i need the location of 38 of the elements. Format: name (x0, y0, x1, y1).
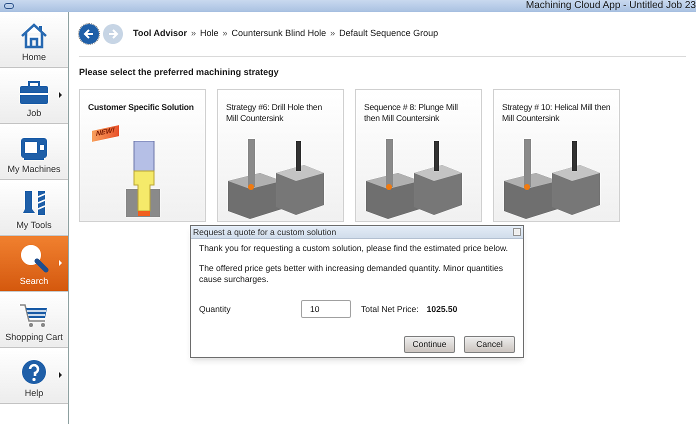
app-logo-icon (4, 3, 14, 9)
quantity-field[interactable]: 10 (301, 300, 351, 318)
breadcrumb-separator: » (330, 27, 336, 40)
tools-icon (21, 188, 47, 216)
sidebar-item[interactable]: Search (0, 236, 68, 292)
left-arrow-icon (83, 28, 95, 40)
strategy-card[interactable]: Strategy # 10: Helical Mill then Mill Countersink (493, 88, 620, 222)
price-value: 1025.50 (426, 302, 458, 316)
machine-icon (20, 136, 48, 160)
dialog-button[interactable]: Continue (404, 336, 455, 353)
card-title: Strategy #6: Drill Hole then Mill Countersink (226, 102, 323, 124)
close-button[interactable] (513, 228, 521, 236)
section-heading: Please select the preferred machining strategy (79, 66, 280, 79)
dialog-title: Request a quote for a custom solution (193, 226, 336, 238)
right-arrow-icon (107, 28, 119, 40)
card-title: Customer Specific Solution (88, 102, 195, 112)
window-title: Machining Cloud App - Untitled Job 23 (526, 0, 696, 12)
breadcrumb-link[interactable]: Countersunk Blind Hole (232, 27, 326, 41)
strategy-card[interactable]: Sequence # 8: Plunge Mill then Mill Countersink (355, 88, 482, 222)
card-title: Sequence # 8: Plunge Mill then Mill Countersink (364, 102, 459, 124)
quantity-label: Quantity (199, 302, 232, 316)
dialog-message: The offered price gets better with increasing demanded quantity. Minor quantities cause surcharges. (199, 263, 504, 285)
breadcrumb-link[interactable]: Hole (200, 27, 219, 41)
search-icon (19, 242, 49, 272)
price-label: Total Net Price: (361, 302, 419, 316)
card-title: Strategy # 10: Helical Mill then Mill Countersink (502, 102, 611, 124)
dialog-button[interactable]: Cancel (464, 336, 515, 353)
breadcrumb-link[interactable]: Tool Advisor (133, 27, 187, 41)
dialog-message: Thank you for requesting a custom solution, please find the estimated price below. (199, 243, 510, 254)
help-icon (21, 358, 47, 384)
strategy-card[interactable]: Strategy #6: Drill Hole then Mill Countersink (217, 88, 344, 222)
breadcrumb-link[interactable]: Default Sequence Group (339, 27, 438, 41)
breadcrumb-separator: » (191, 27, 196, 40)
cart-icon (19, 302, 49, 328)
breadcrumb-separator: » (222, 27, 228, 40)
house-icon (20, 22, 48, 48)
briefcase-icon (19, 80, 49, 104)
back-button[interactable] (79, 24, 99, 44)
